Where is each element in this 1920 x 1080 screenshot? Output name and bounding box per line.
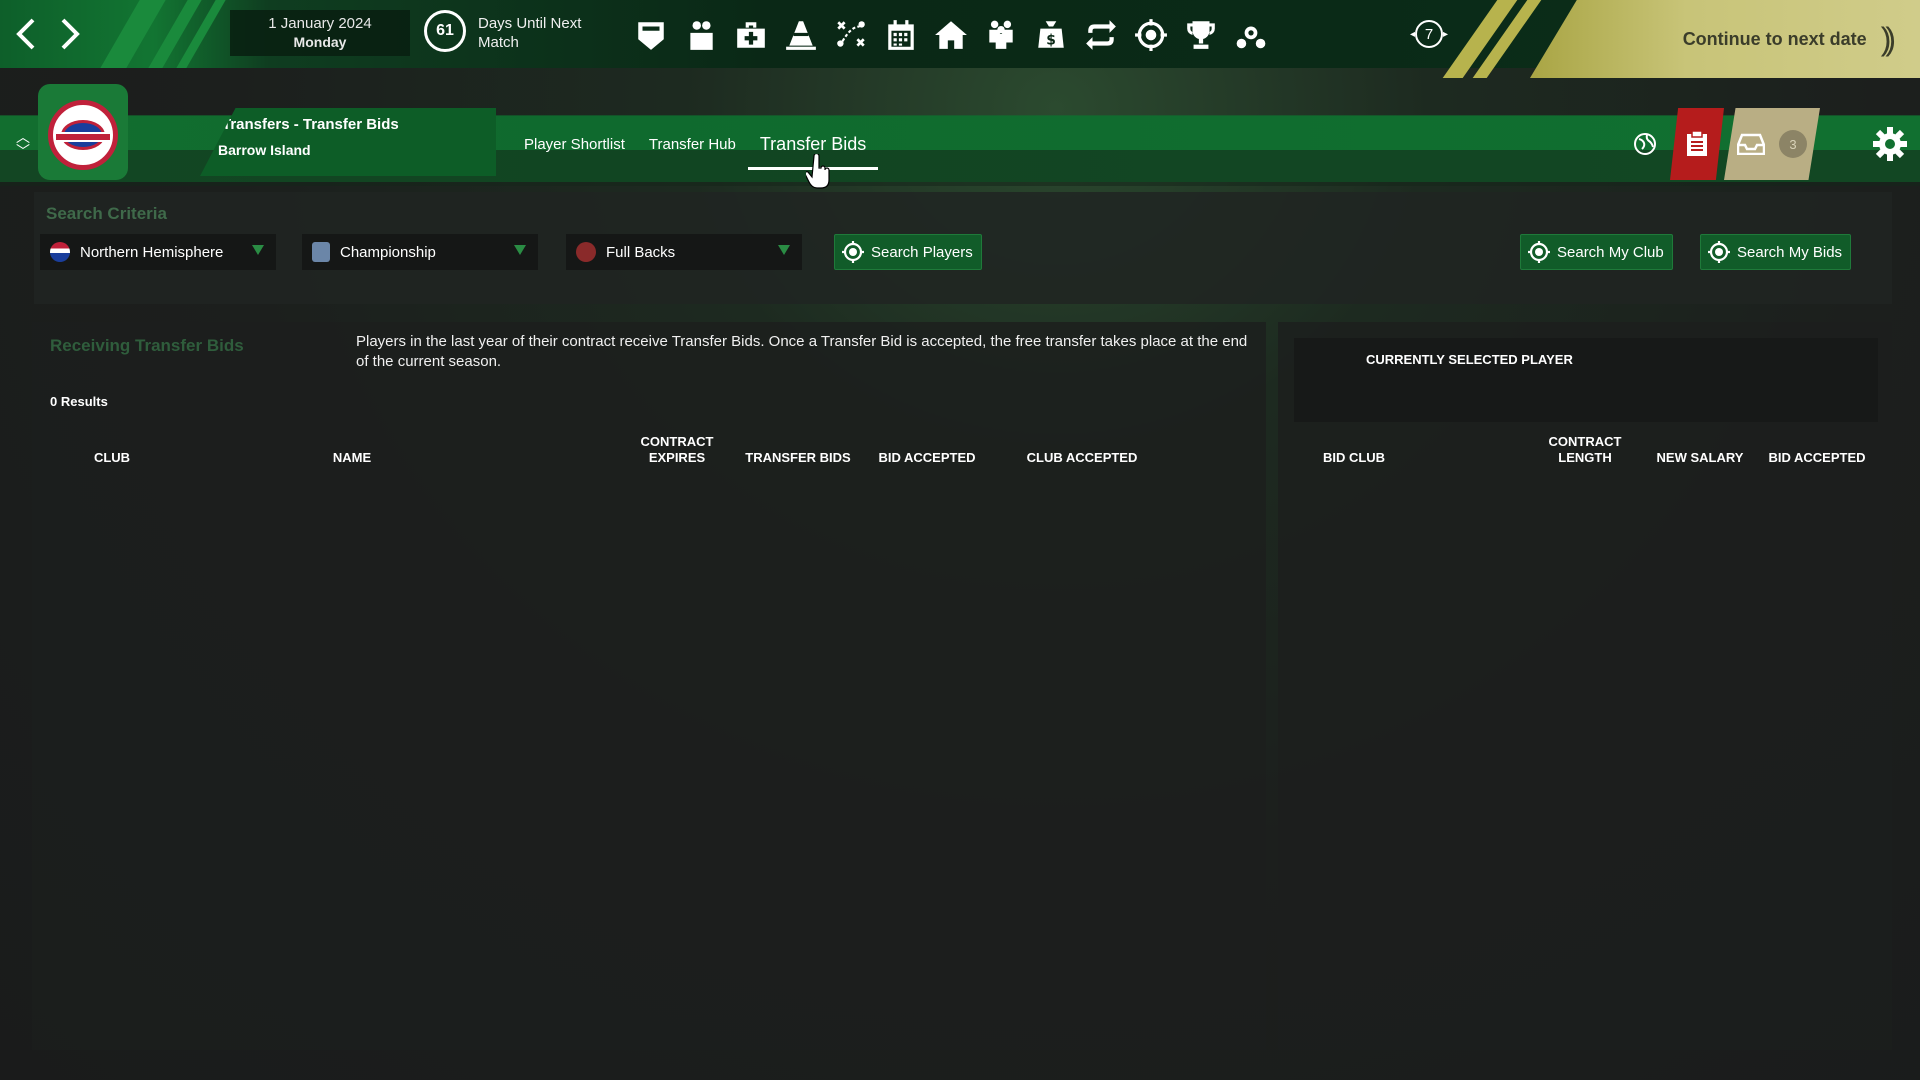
main-nav-icons: $ — [630, 14, 1271, 56]
position-select[interactable]: Full Backs — [566, 234, 802, 270]
finance-icon[interactable]: $ — [1030, 14, 1071, 56]
tab-player-shortlist[interactable]: Player Shortlist — [512, 130, 637, 170]
hemisphere-flag-icon — [50, 242, 70, 262]
notification-badge[interactable]: ◂ 7 ▸ — [1406, 17, 1452, 51]
shield-icon[interactable] — [630, 14, 671, 56]
receiving-bids-panel: Receiving Transfer Bids Players in the l… — [32, 322, 1266, 1050]
club-name: Barrow Island — [218, 142, 311, 158]
continue-label: Continue to next date — [1682, 28, 1867, 49]
col-header-club-accepted[interactable]: CLUB ACCEPTED — [1022, 450, 1142, 466]
position-badge-icon — [576, 242, 596, 262]
right-mini-arrow-icon: ▸ — [1443, 28, 1449, 40]
dropdown-caret-icon — [514, 245, 526, 255]
inbox-button[interactable]: 3 — [1724, 108, 1820, 180]
back-arrow-icon[interactable] — [8, 12, 44, 56]
search-my-bids-label: Search My Bids — [1737, 243, 1843, 261]
region-value: Northern Hemisphere — [80, 243, 224, 261]
region-select[interactable]: Northern Hemisphere — [40, 234, 276, 270]
col-header-bid-accepted[interactable]: BID ACCEPTED — [872, 450, 982, 466]
col-header-contract-expires[interactable]: CONTRACT EXPIRES — [632, 434, 722, 466]
search-players-label: Search Players — [871, 243, 973, 261]
results-count: 0 Results — [50, 394, 108, 409]
tab-transfer-hub[interactable]: Transfer Hub — [637, 130, 748, 170]
league-crest-icon — [312, 242, 330, 262]
clipboard-icon[interactable] — [1670, 108, 1724, 180]
gears-icon[interactable] — [1230, 14, 1271, 56]
date-text: 1 January 2024 — [268, 15, 372, 32]
position-value: Full Backs — [606, 243, 676, 261]
selected-player-panel: CURRENTLY SELECTED PLAYER BID CLUB CONTR… — [1278, 322, 1892, 1050]
training-cone-icon[interactable] — [780, 14, 821, 56]
notification-count: 7 — [1415, 20, 1443, 48]
col-header-new-salary[interactable]: NEW SALARY — [1650, 450, 1750, 466]
screen-title-block: Transfers - Transfer Bids Barrow Island — [200, 108, 496, 176]
world-icon[interactable] — [1620, 108, 1670, 180]
search-players-button[interactable]: Search Players — [834, 234, 982, 270]
up-down-chevron-icon[interactable]: ︿ ﹀ — [12, 130, 34, 164]
weekday-text: Monday — [293, 34, 347, 50]
bids-description: Players in the last year of their contra… — [356, 333, 1248, 370]
search-my-club-button[interactable]: Search My Club — [1520, 234, 1673, 270]
settings-gear-icon[interactable] — [1870, 124, 1910, 164]
medical-kit-icon[interactable] — [730, 14, 771, 56]
mouse-pointer-icon — [806, 154, 830, 189]
col-header-transfer-bids[interactable]: TRANSFER BIDS — [738, 450, 858, 466]
dropdown-caret-icon — [778, 245, 790, 255]
target-icon — [1708, 241, 1730, 263]
forward-arrow-icon[interactable] — [52, 12, 88, 56]
page-title: Transfers - Transfer Bids — [222, 116, 399, 133]
panel-title: Receiving Transfer Bids — [50, 336, 244, 355]
svg-text:$: $ — [1046, 33, 1056, 49]
people-icon[interactable] — [680, 14, 721, 56]
transfer-icon[interactable] — [1080, 14, 1121, 56]
tactics-icon[interactable] — [830, 14, 871, 56]
league-value: Championship — [340, 243, 436, 261]
col-header-bid-club[interactable]: BID CLUB — [1314, 450, 1394, 466]
club-crest-icon[interactable] — [48, 100, 118, 170]
inbox-tray-icon — [1737, 133, 1765, 155]
selected-player-box: CURRENTLY SELECTED PLAYER — [1294, 338, 1878, 422]
selected-player-title: CURRENTLY SELECTED PLAYER — [1366, 352, 1573, 367]
target-icon — [842, 241, 864, 263]
search-criteria-panel: Search Criteria Northern Hemisphere Cham… — [34, 192, 1892, 304]
league-select[interactable]: Championship — [302, 234, 538, 270]
search-criteria-title: Search Criteria — [46, 204, 167, 223]
target-icon — [1528, 241, 1550, 263]
home-icon[interactable] — [930, 14, 971, 56]
double-chevron-icon: )) — [1880, 20, 1897, 57]
dropdown-caret-icon — [252, 245, 264, 255]
header-actions: 3 — [1620, 108, 1820, 180]
search-my-bids-button[interactable]: Search My Bids — [1700, 234, 1852, 270]
search-my-club-label: Search My Club — [1557, 243, 1664, 261]
col-header-contract-length[interactable]: CONTRACT LENGTH — [1540, 434, 1630, 466]
inbox-count: 3 — [1779, 130, 1807, 158]
squad-icon[interactable] — [980, 14, 1021, 56]
col-header-club[interactable]: CLUB — [70, 450, 154, 466]
current-date: 1 January 2024 Monday — [230, 10, 410, 56]
days-until-badge: 61 — [424, 10, 466, 52]
target-icon[interactable] — [1130, 14, 1171, 56]
calendar-icon[interactable] — [880, 14, 921, 56]
col-header-name[interactable]: NAME — [322, 450, 382, 466]
continue-button[interactable]: Continue to next date )) — [1530, 0, 1920, 78]
trophy-icon[interactable] — [1180, 14, 1221, 56]
col-header-bid-accepted[interactable]: BID ACCEPTED — [1762, 450, 1872, 466]
days-until-label: Days Until Next Match — [478, 15, 582, 51]
